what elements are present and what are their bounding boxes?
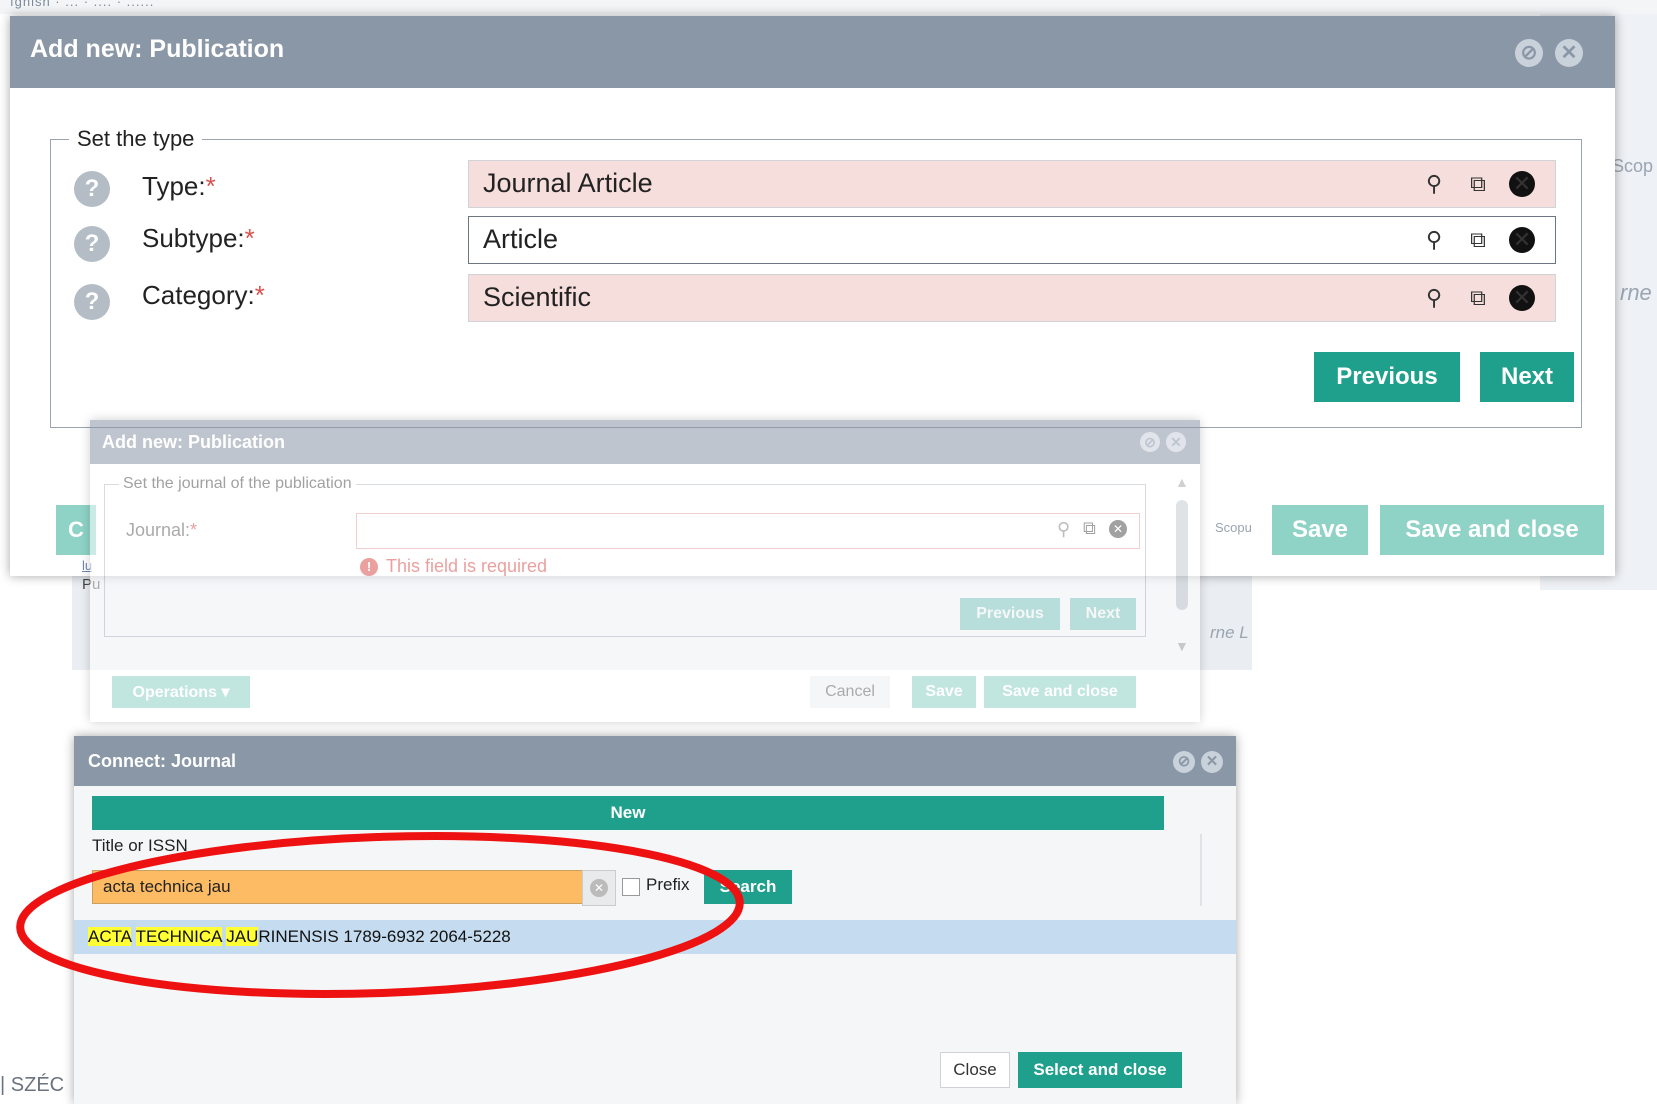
journal-field[interactable]: ⚲ ⧉ ✕ bbox=[356, 513, 1140, 549]
close-icon[interactable]: ✕ bbox=[1555, 39, 1583, 67]
subtype-value: Article bbox=[483, 224, 559, 254]
chevron-down-icon: ▾ bbox=[221, 684, 230, 701]
save-and-close-button[interactable]: Save and close bbox=[1380, 505, 1604, 555]
open-link-icon[interactable]: ⧉ bbox=[1465, 227, 1491, 253]
select-and-close-button[interactable]: Select and close bbox=[1018, 1052, 1182, 1088]
type-value: Journal Article bbox=[483, 168, 653, 198]
search-icon[interactable]: ⚲ bbox=[1421, 227, 1447, 253]
close-button[interactable]: Close bbox=[940, 1052, 1010, 1088]
clear-circle-icon[interactable]: ✕ bbox=[1509, 285, 1535, 311]
annotation-ellipse bbox=[16, 832, 744, 998]
background-text-fragment: rne bbox=[1620, 280, 1652, 305]
dialog-header: Add new: Publication ⊘ ✕ bbox=[10, 16, 1615, 88]
clear-circle-icon[interactable]: ✕ bbox=[1509, 171, 1535, 197]
open-link-icon[interactable]: ⧉ bbox=[1465, 285, 1491, 311]
search-icon[interactable]: ⚲ bbox=[1421, 285, 1447, 311]
search-icon[interactable]: ⚲ bbox=[1421, 171, 1447, 197]
next-button[interactable]: Next bbox=[1070, 598, 1136, 630]
minimize-icon[interactable]: ⊘ bbox=[1173, 751, 1195, 773]
type-field[interactable]: Journal Article ⚲ ⧉ ✕ bbox=[468, 160, 1556, 208]
help-icon[interactable]: ? bbox=[74, 171, 110, 207]
add-publication-journal-dialog: Add new: Publication ⊘ ✕ Set the journal… bbox=[90, 420, 1200, 722]
minimize-icon[interactable]: ⊘ bbox=[1515, 39, 1543, 67]
minimize-icon[interactable]: ⊘ bbox=[1140, 432, 1160, 452]
save-and-close-button[interactable]: Save and close bbox=[984, 676, 1136, 708]
previous-button[interactable]: Previous bbox=[1314, 352, 1460, 402]
save-button[interactable]: Save bbox=[912, 676, 976, 708]
save-button[interactable]: Save bbox=[1272, 505, 1368, 555]
subtype-label: Subtype:* bbox=[142, 223, 255, 253]
error-message: This field is required bbox=[386, 556, 548, 576]
dialog-title: Add new: Publication bbox=[30, 35, 285, 63]
cancel-button[interactable]: Cancel bbox=[810, 676, 890, 708]
background-text-fragment: Scop bbox=[1612, 156, 1654, 176]
close-icon[interactable]: ✕ bbox=[1166, 432, 1186, 452]
dialog-header: Add new: Publication ⊘ ✕ bbox=[90, 420, 1200, 464]
open-link-icon[interactable]: ⧉ bbox=[1083, 518, 1096, 539]
open-link-icon[interactable]: ⧉ bbox=[1465, 171, 1491, 197]
clear-circle-icon[interactable]: ✕ bbox=[1109, 520, 1127, 538]
operations-button[interactable]: Operations ▾ bbox=[112, 676, 250, 708]
previous-button[interactable]: Previous bbox=[960, 598, 1060, 630]
background-links: ıgnlsh · ... · .... · ...... bbox=[10, 0, 155, 9]
scroll-down-icon[interactable]: ▼ bbox=[1175, 638, 1189, 654]
dialog-header: Connect: Journal ⊘ ✕ bbox=[74, 736, 1236, 786]
background-top-strip: ıgnlsh · ... · .... · ...... bbox=[0, 0, 1657, 14]
background-footer-fragment: | SZÉC bbox=[0, 1074, 65, 1096]
side-text-fragment: rne L bbox=[1210, 623, 1249, 642]
help-icon[interactable]: ? bbox=[74, 284, 110, 320]
scroll-up-icon[interactable]: ▲ bbox=[1175, 474, 1189, 490]
close-icon[interactable]: ✕ bbox=[1201, 751, 1223, 773]
clear-circle-icon[interactable]: ✕ bbox=[1509, 227, 1535, 253]
category-value: Scientific bbox=[483, 282, 592, 312]
next-button[interactable]: Next bbox=[1480, 352, 1574, 402]
dialog-title: Connect: Journal bbox=[88, 751, 237, 771]
side-text-fragment: Scopu bbox=[1215, 520, 1252, 535]
subtype-field[interactable]: Article ⚲ ⧉ ✕ bbox=[468, 216, 1556, 264]
scrollbar-track[interactable] bbox=[1200, 834, 1202, 906]
type-label: Type:* bbox=[142, 171, 216, 201]
fieldset-legend: Set the journal of the publication bbox=[123, 475, 352, 492]
journal-label: Journal:* bbox=[126, 520, 198, 540]
dialog-title: Add new: Publication bbox=[102, 432, 285, 452]
help-icon[interactable]: ? bbox=[74, 226, 110, 262]
category-label: Category:* bbox=[142, 280, 265, 310]
search-icon[interactable]: ⚲ bbox=[1057, 519, 1070, 540]
fieldset-legend: Set the type bbox=[77, 126, 195, 151]
category-field[interactable]: Scientific ⚲ ⧉ ✕ bbox=[468, 274, 1556, 322]
scrollbar[interactable] bbox=[1176, 500, 1188, 610]
error-icon: ! bbox=[360, 558, 378, 576]
